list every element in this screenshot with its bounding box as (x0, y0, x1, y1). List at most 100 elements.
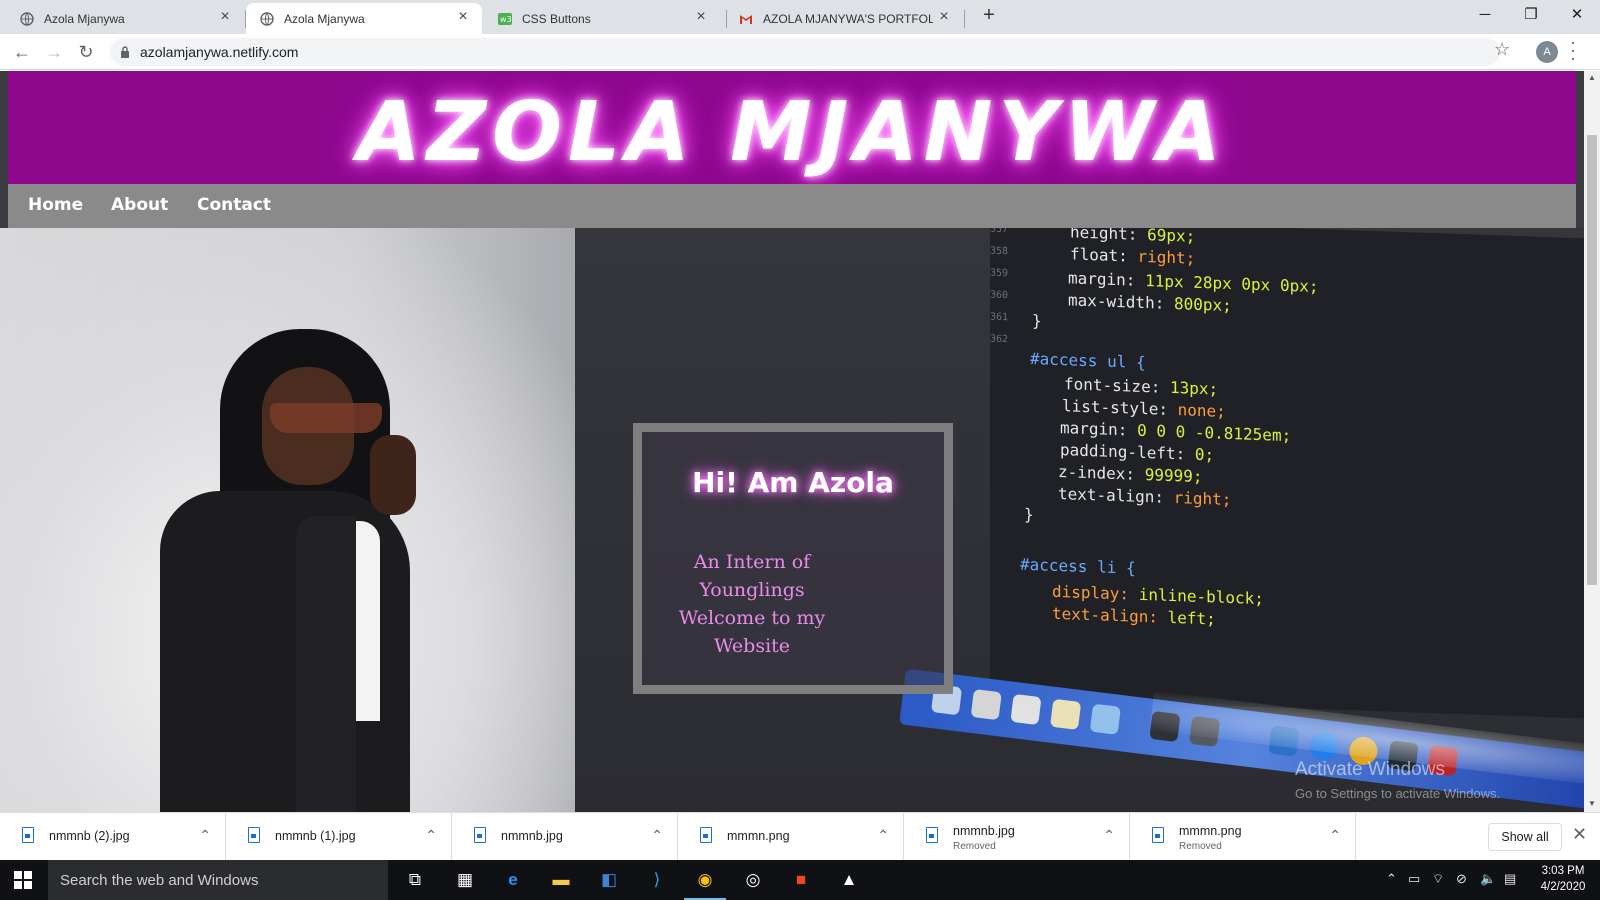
line-number: 361 (990, 311, 1009, 324)
site-title: AZOLA MJANYWA (357, 85, 1227, 180)
download-filename: mmmn.png (1179, 824, 1242, 838)
scroll-down-icon[interactable]: ▼ (1588, 799, 1596, 808)
image-file-icon (22, 827, 34, 843)
download-filename: nmmnb (1).jpg (275, 829, 356, 843)
download-item[interactable]: nmmnb.jpg Removed ⌃ (904, 813, 1130, 861)
globe-icon (260, 12, 274, 26)
code-line: list-style: none; (1062, 396, 1226, 421)
line-number: 360 (990, 289, 1009, 302)
chevron-up-icon[interactable]: ⌃ (1386, 871, 1397, 887)
taskbar-search-box[interactable]: Search the web and Windows (48, 860, 388, 900)
chrome-icon[interactable]: ◉ (684, 866, 726, 900)
task-view-icon[interactable]: ⧉ (400, 866, 430, 894)
portrait-sunglasses (270, 403, 382, 433)
download-item[interactable]: nmmnb (1).jpg ⌃ (226, 813, 452, 861)
portrait-jacket-front (296, 516, 356, 812)
close-icon[interactable]: × (935, 8, 953, 26)
image-file-icon (700, 827, 712, 843)
welcome-line: Younglings (699, 579, 805, 601)
chevron-up-icon[interactable]: ⌃ (199, 827, 211, 844)
line-number: 362 (990, 333, 1009, 346)
address-bar[interactable]: azolamjanywa.netlify.com (110, 38, 1500, 66)
forward-arrow-icon[interactable]: → (42, 40, 66, 64)
download-status: Removed (953, 841, 996, 852)
photos-icon[interactable]: ▲ (834, 866, 864, 894)
close-icon[interactable]: × (216, 8, 234, 26)
dock-app-icon (1050, 698, 1082, 730)
browser-menu-icon[interactable]: · · · (1570, 33, 1576, 67)
code-line: text-align: right; (1058, 484, 1232, 510)
gmail-icon (740, 15, 752, 24)
image-file-icon (248, 827, 260, 843)
profile-avatar[interactable]: A (1536, 41, 1558, 63)
nav-home[interactable]: Home (28, 195, 83, 215)
download-bar: nmmnb (2).jpg ⌃ nmmnb (1).jpg ⌃ nmmnb.jp… (0, 812, 1600, 861)
clock-date: 4/2/2020 (1540, 881, 1586, 893)
chevron-up-icon[interactable]: ⌃ (1329, 827, 1341, 844)
code-line: } (1024, 504, 1034, 525)
close-icon[interactable]: × (692, 8, 710, 26)
welcome-text: An Intern of Younglings Welcome to my We… (672, 548, 832, 660)
download-item[interactable]: mmmn.png Removed ⌃ (1130, 813, 1356, 861)
browser-toolbar: ← → ↻ azolamjanywa.netlify.com (0, 34, 1600, 70)
back-arrow-icon[interactable]: ← (10, 40, 34, 64)
page-scrollbar[interactable]: ▲ ▼ (1584, 71, 1600, 812)
url-text: azolamjanywa.netlify.com (140, 44, 299, 60)
vscode-icon[interactable]: ⟩ (642, 866, 672, 894)
download-filename: nmmnb.jpg (501, 829, 563, 843)
download-item[interactable]: nmmnb (2).jpg ⌃ (0, 813, 226, 861)
taskbar-clock[interactable]: 3:03 PM 4/2/2020 (1532, 863, 1594, 895)
tab-azola-1[interactable]: Azola Mjanywa × (0, 3, 244, 34)
windows-start-icon[interactable] (14, 871, 32, 889)
edge-icon[interactable]: e (498, 866, 528, 894)
tab-title: CSS Buttons (522, 12, 591, 26)
download-filename: nmmnb.jpg (953, 824, 1015, 838)
nav-about[interactable]: About (111, 195, 168, 215)
scrollbar-thumb[interactable] (1587, 135, 1597, 585)
minimize-button[interactable]: ─ (1462, 2, 1508, 28)
reload-icon[interactable]: ↻ (74, 40, 98, 64)
code-line: #access li { (1020, 554, 1136, 578)
image-file-icon (474, 827, 486, 843)
volume-icon[interactable]: 🔈 (1480, 871, 1496, 887)
tab-title: Azola Mjanywa (284, 12, 365, 26)
media-icon[interactable]: ◎ (738, 866, 768, 894)
tab-separator (964, 10, 965, 28)
chevron-up-icon[interactable]: ⌃ (877, 827, 889, 844)
tab-portfolio[interactable]: AZOLA MJANYWA'S PORTFOLIO × (727, 3, 963, 34)
code-line: } (1032, 311, 1042, 331)
chevron-up-icon[interactable]: ⌃ (651, 827, 663, 844)
tab-azola-2[interactable]: Azola Mjanywa × (246, 3, 482, 34)
welcome-line: Website (713, 635, 791, 657)
tab-css-buttons[interactable]: w3 CSS Buttons × (484, 3, 720, 34)
store-icon[interactable]: ▦ (450, 866, 480, 894)
page-viewport: 357 358 359 360 361 362 height: 69px; fl… (0, 71, 1584, 812)
activate-windows-title: Activate Windows (1295, 759, 1445, 780)
wifi-icon[interactable]: ⌔ (1432, 871, 1444, 887)
chevron-up-icon[interactable]: ⌃ (425, 827, 437, 844)
restore-button[interactable]: ❐ (1508, 2, 1554, 28)
nav-contact[interactable]: Contact (197, 195, 271, 215)
download-item[interactable]: mmmn.png ⌃ (678, 813, 904, 861)
chevron-up-icon[interactable]: ⌃ (1103, 827, 1115, 844)
show-all-button[interactable]: Show all (1488, 823, 1562, 851)
file-explorer-icon[interactable]: ▬ (546, 866, 576, 894)
notification-icon[interactable]: ▤ (1504, 871, 1516, 887)
code-line: float: right; (1070, 244, 1196, 268)
code-line: z-index: 99999; (1058, 462, 1203, 487)
scroll-up-icon[interactable]: ▲ (1588, 73, 1596, 82)
app-icon[interactable]: ◧ (594, 866, 624, 894)
code-line: max-width: 800px; (1068, 290, 1232, 316)
office-icon[interactable]: ■ (786, 866, 816, 894)
battery-icon[interactable]: ▭ (1408, 871, 1420, 887)
download-item[interactable]: nmmnb.jpg ⌃ (452, 813, 678, 861)
new-tab-button[interactable]: + (976, 4, 1002, 27)
welcome-box: Hi! Am Azola An Intern of Younglings Wel… (633, 423, 953, 694)
close-icon[interactable]: × (454, 8, 472, 26)
network-icon[interactable]: ⊘ (1456, 871, 1467, 887)
close-window-button[interactable]: ✕ (1554, 2, 1600, 28)
close-icon[interactable]: ✕ (1572, 824, 1587, 845)
bookmark-star-icon[interactable]: ☆ (1494, 39, 1510, 60)
code-line: #access ul { (1030, 349, 1146, 373)
tab-title: AZOLA MJANYWA'S PORTFOLIO (763, 12, 933, 26)
